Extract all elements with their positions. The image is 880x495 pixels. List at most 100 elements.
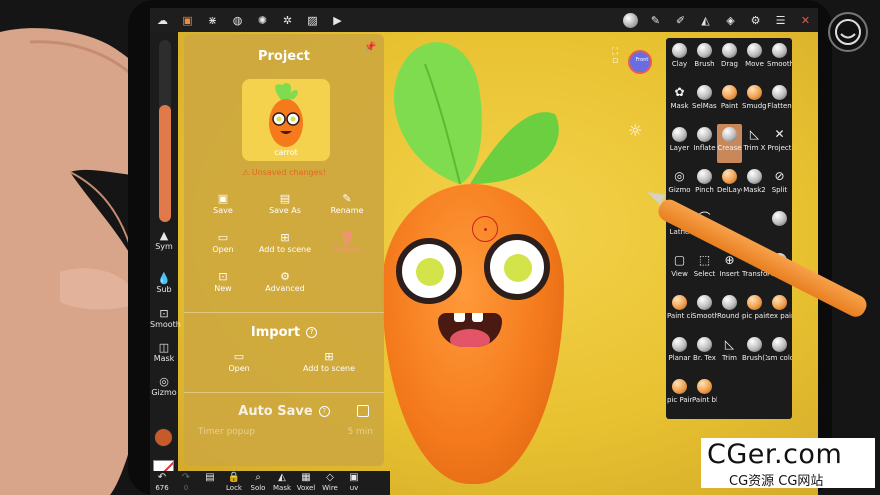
tool-pinch[interactable]: Pinch [692, 166, 717, 205]
tool-sphere-icon [722, 127, 737, 142]
mask-button[interactable]: ◭ Mask [270, 471, 294, 495]
tooth [454, 313, 465, 322]
tool-label: Smooth color [692, 312, 717, 320]
tool-dellayer[interactable]: DelLayer [717, 166, 742, 205]
tool-smooth[interactable]: Smooth [767, 40, 792, 79]
folder-icon[interactable]: ▣ [175, 8, 200, 32]
save-as-button[interactable]: ▤ Save As [250, 192, 320, 215]
layers-icon[interactable]: ◈ [718, 8, 743, 32]
rename-button[interactable]: ✎ Rename [312, 192, 382, 215]
import-open-button[interactable]: ▭ Open [204, 350, 274, 373]
tool-tex-paint[interactable]: tex paint [767, 292, 792, 331]
tool-select[interactable]: ⬚ Select [692, 250, 717, 289]
gear-icon[interactable]: ⚙ [743, 8, 768, 32]
tool-trim[interactable]: ◺ Trim [717, 334, 742, 373]
help-icon[interactable]: ? [318, 406, 330, 417]
solo-label: Solo [250, 484, 266, 492]
tool-move[interactable]: Move [742, 40, 767, 79]
smooth-button[interactable]: ⊡ Smooth [150, 308, 181, 330]
lighting-icon[interactable]: ✺ [250, 8, 275, 32]
gizmo-button[interactable]: ◎ Gizmo [150, 376, 178, 398]
tool-inflate[interactable]: Inflate [692, 124, 717, 163]
tool-split[interactable]: ⊘ Split [767, 166, 792, 205]
brush-icon[interactable]: ✎ [643, 8, 668, 32]
advanced-button[interactable]: ⚙ Advanced [250, 270, 320, 293]
tool-trim-x[interactable]: ◺ Trim X [742, 124, 767, 163]
tool-mask2[interactable]: Mask2 [742, 166, 767, 205]
tool-mask[interactable]: ✿ Mask [667, 82, 692, 121]
delete-button[interactable]: 🗑 Delete [312, 231, 382, 254]
tool-pic-paint-[interactable]: pic Paint... [667, 376, 692, 415]
settings-gear-icon[interactable]: ✲ [275, 8, 300, 32]
autosave-checkbox[interactable] [357, 405, 369, 417]
mask-button[interactable]: ◫ Mask [150, 342, 178, 364]
tool-selmask[interactable]: SelMask [692, 82, 717, 121]
tool-crease[interactable]: Crease [717, 124, 742, 163]
tool-drag[interactable]: Drag [717, 40, 742, 79]
image-icon[interactable]: ▨ [300, 8, 325, 32]
tool-paint-blend[interactable]: Paint blend [692, 376, 717, 415]
color-swatch[interactable] [154, 428, 173, 447]
matcap-button[interactable] [618, 8, 643, 32]
import-add-to-scene-button[interactable]: ⊞ Add to scene [294, 350, 364, 373]
open-button[interactable]: ▭ Open [188, 231, 258, 254]
tool-brush-1-[interactable]: Brush(1) [742, 334, 767, 373]
undo-button[interactable]: ↶ 676 [150, 471, 174, 495]
scene-icon[interactable]: ☁ [150, 8, 175, 32]
share-icon[interactable]: ⋇ [200, 8, 225, 32]
tongue [450, 329, 490, 347]
save-button[interactable]: ▣ Save [188, 192, 258, 215]
redo-button[interactable]: ↷ 0 [174, 471, 198, 495]
tool-br-tex[interactable]: Br. Tex [692, 334, 717, 373]
sym-button[interactable]: ▲ Sym [150, 230, 178, 252]
uv-label: uv [349, 484, 359, 492]
timer-popup-value: 5 min [347, 427, 373, 437]
tool-smudge[interactable]: Smudge [742, 82, 767, 121]
tool-paint-circle[interactable]: Paint circle [667, 292, 692, 331]
help-icon[interactable]: ? [306, 327, 318, 338]
solo-button[interactable]: ⌕ Solo [246, 471, 270, 495]
tool-glyph-icon: ◎ [674, 169, 685, 183]
tool-smooth-color[interactable]: Smooth color [692, 292, 717, 331]
new-button[interactable]: ⊡ New [188, 270, 258, 293]
tools-red-icon[interactable]: ✕ [793, 8, 818, 32]
video-icon[interactable]: ▶ [325, 8, 350, 32]
intensity-slider[interactable] [159, 142, 171, 222]
uv-button[interactable]: ▣ uv [342, 471, 366, 495]
tool-round-ed-[interactable]: Round ed... [717, 292, 742, 331]
tool-sm-color[interactable]: sm color [767, 334, 792, 373]
sliders-icon[interactable]: ☰ [768, 8, 793, 32]
pin-icon[interactable]: 📌 [364, 42, 376, 53]
tool-pic-paint[interactable]: pic paint [742, 292, 767, 331]
tool-paint[interactable]: Paint [717, 82, 742, 121]
pages-button[interactable]: ▤ [198, 471, 222, 495]
tool-clay[interactable]: Clay [667, 40, 692, 79]
eyedropper-icon[interactable]: ✐ [668, 8, 693, 32]
view-cube[interactable]: Front [628, 50, 652, 74]
tool-label: Mask2 [743, 186, 766, 194]
frame-camera-icon[interactable]: ⛶ ▫ [608, 48, 622, 66]
lock-button[interactable]: 🔒 Lock [222, 471, 246, 495]
sub-button[interactable]: 💧 Sub [150, 273, 178, 295]
panel-title: Project [257, 49, 311, 64]
tool-brush[interactable]: Brush [692, 40, 717, 79]
wire-button[interactable]: ◇ Wire [318, 471, 342, 495]
tool-planar[interactable]: Planar [667, 334, 692, 373]
sun-icon[interactable]: ☼ [628, 121, 642, 140]
topology-icon[interactable]: ◍ [225, 8, 250, 32]
triangle-icon[interactable]: ◭ [693, 8, 718, 32]
add-to-scene-button[interactable]: ⊞ Add to scene [250, 231, 320, 254]
voxel-button[interactable]: ▦ Voxel [294, 471, 318, 495]
tool-sphere-icon [722, 169, 737, 184]
timer-popup-row[interactable]: Timer popup 5 min [198, 427, 373, 437]
tool-view[interactable]: ▢ View [667, 250, 692, 289]
project-thumbnail[interactable]: carrot [242, 79, 330, 161]
tool-project[interactable]: ✕ Project [767, 124, 792, 163]
tool-layer[interactable]: Layer [667, 124, 692, 163]
rename-label: Rename [330, 206, 364, 215]
new-icon: ⊡ [218, 270, 228, 283]
tool-empty[interactable] [767, 208, 792, 247]
tool-flatten[interactable]: Flatten [767, 82, 792, 121]
wire-icon: ◇ [326, 472, 334, 483]
logo-face-icon [835, 19, 861, 45]
